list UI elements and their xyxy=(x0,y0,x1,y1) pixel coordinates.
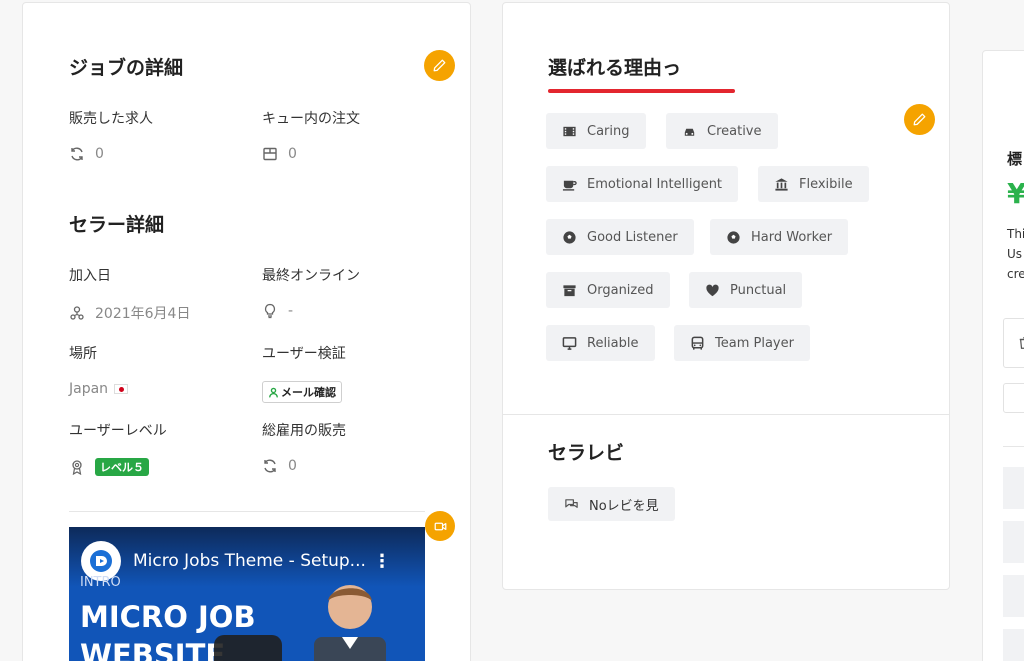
tag-emotional-intelligent[interactable]: Emotional Intelligent xyxy=(546,166,739,202)
verification-label: ユーザー検証 xyxy=(262,346,346,362)
refresh-icon xyxy=(264,459,276,473)
sold-jobs-value: 0 xyxy=(69,146,104,162)
play-button[interactable] xyxy=(214,635,282,661)
queue-orders-value: 0 xyxy=(262,146,297,162)
description-line: Us xyxy=(1007,247,1023,261)
last-online-label: 最終オンライン xyxy=(262,268,360,284)
award-icon xyxy=(72,460,82,475)
description-line: cre xyxy=(1007,267,1024,281)
extra-row[interactable] xyxy=(1003,521,1024,563)
tag-team-player[interactable]: Team Player xyxy=(674,325,810,361)
pencil-icon xyxy=(433,59,446,72)
edit-job-details-button[interactable] xyxy=(424,50,455,81)
user-level-label: ユーザーレベル xyxy=(69,423,167,439)
film-icon xyxy=(563,126,576,136)
refresh-icon xyxy=(71,147,83,161)
tag-flexibile[interactable]: Flexibile xyxy=(758,166,869,202)
level-badge: レベル５ xyxy=(95,458,149,476)
car-icon xyxy=(684,128,695,136)
sold-jobs-label: 販売した求人 xyxy=(69,111,153,127)
extra-row[interactable] xyxy=(1003,467,1024,509)
tag-creative[interactable]: Creative xyxy=(666,113,778,149)
edit-reasons-button[interactable] xyxy=(904,104,935,135)
channel-logo-icon xyxy=(90,550,112,572)
trash-icon xyxy=(1019,337,1024,349)
presenter-image xyxy=(314,585,386,661)
email-verified-badge: メール確認 xyxy=(262,381,342,403)
desktop-icon xyxy=(562,336,577,350)
package-selector[interactable] xyxy=(1003,318,1024,368)
user-level-value: レベル５ xyxy=(69,458,149,476)
location-label: 場所 xyxy=(69,346,97,362)
job-details-title: ジョブの詳細 xyxy=(69,57,184,79)
video-intro-text: INTRO xyxy=(80,575,121,590)
seller-details-title: セラー詳細 xyxy=(69,214,165,236)
total-sales-label: 総雇用の販売 xyxy=(262,423,346,439)
soccer-ball-icon xyxy=(727,230,740,244)
view-reviews-button[interactable]: Noレビを見 xyxy=(548,487,675,521)
verification-value: メール確認 xyxy=(262,381,342,403)
tag-reliable[interactable]: Reliable xyxy=(546,325,655,361)
soccer-ball-icon xyxy=(563,230,576,244)
heart-icon xyxy=(706,284,719,296)
pricing-heading: 標 xyxy=(1007,150,1023,168)
joined-label: 加入日 xyxy=(69,268,111,284)
reviews-title: セラレビ xyxy=(548,442,625,464)
description-line: Thi xyxy=(1007,227,1024,241)
pricing-card: 標 ¥ Thi Us cre xyxy=(982,50,1024,661)
pencil-icon xyxy=(913,113,926,126)
reasons-card: 選ばれる理由っ Caring Creative Emotional Intell… xyxy=(502,2,950,590)
queue-orders-label: キュー内の注文 xyxy=(262,111,360,127)
section-divider xyxy=(69,511,425,512)
location-value: Japan xyxy=(69,381,129,397)
comments-icon xyxy=(565,498,578,508)
video-camera-icon xyxy=(434,522,446,530)
job-details-card: ジョブの詳細 販売した求人 0 キュー内の注文 0 セラー詳細 加入日 2021… xyxy=(22,2,471,661)
reasons-title: 選ばれる理由っ xyxy=(548,57,682,79)
joined-value: 2021年6月4日 xyxy=(69,303,190,323)
tag-good-listener[interactable]: Good Listener xyxy=(546,219,694,255)
coffee-icon xyxy=(562,180,577,191)
tag-hard-worker[interactable]: Hard Worker xyxy=(710,219,849,255)
extra-row[interactable] xyxy=(1003,575,1024,617)
users-icon xyxy=(70,306,84,320)
tag-organized[interactable]: Organized xyxy=(546,272,670,308)
tag-punctual[interactable]: Punctual xyxy=(689,272,803,308)
quantity-field[interactable] xyxy=(1003,383,1024,413)
edit-video-button[interactable] xyxy=(425,511,455,541)
extra-row[interactable] xyxy=(1003,629,1024,661)
user-icon xyxy=(269,387,278,397)
tag-caring[interactable]: Caring xyxy=(546,113,646,149)
total-sales-value: 0 xyxy=(262,458,297,474)
japan-flag-icon xyxy=(114,384,129,394)
price-value: ¥ xyxy=(1007,177,1024,210)
video-player[interactable]: Micro Jobs Theme - Setup... ⋮ INTRO MICR… xyxy=(69,527,425,661)
section-divider xyxy=(503,414,949,415)
bank-icon xyxy=(775,177,788,191)
last-online-value: - xyxy=(262,303,293,319)
title-underline xyxy=(548,89,735,93)
archive-icon xyxy=(563,284,576,296)
box-icon xyxy=(263,147,277,161)
lightbulb-icon xyxy=(264,303,276,319)
section-divider xyxy=(1003,446,1024,447)
bus-icon xyxy=(691,336,704,350)
